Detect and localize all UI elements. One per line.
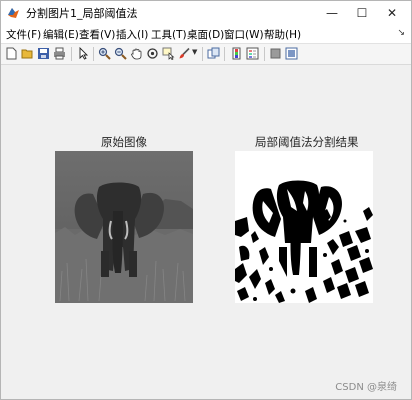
close-icon: ✕ bbox=[386, 5, 398, 20]
zoom-in-icon[interactable] bbox=[98, 47, 111, 60]
rotate-icon[interactable] bbox=[146, 47, 159, 60]
brush-dropdown-icon[interactable]: ▼ bbox=[192, 48, 197, 56]
watermark-text: CSDN @泉绮 bbox=[335, 382, 397, 393]
toolbar-separator bbox=[202, 47, 203, 61]
menu-insert[interactable]: 插入(I) bbox=[116, 27, 148, 42]
print-icon[interactable] bbox=[53, 47, 66, 60]
menu-help[interactable]: 帮助(H) bbox=[264, 27, 301, 42]
toolbar-separator bbox=[264, 47, 265, 61]
matlab-app-icon bbox=[8, 8, 19, 18]
minimize-icon: — bbox=[326, 5, 338, 20]
menu-edit[interactable]: 编辑(E) bbox=[43, 27, 79, 42]
original-image bbox=[55, 151, 193, 303]
close-button[interactable]: ✕ bbox=[377, 1, 407, 24]
maximize-button[interactable]: ☐ bbox=[347, 1, 377, 24]
pan-icon[interactable] bbox=[130, 47, 143, 60]
figure-toolbar: ▼ bbox=[1, 43, 411, 65]
maximize-icon: ☐ bbox=[356, 5, 368, 20]
zoom-out-icon[interactable] bbox=[114, 47, 127, 60]
toolbar-separator bbox=[71, 47, 72, 61]
menu-tools[interactable]: 工具(T) bbox=[151, 27, 187, 42]
right-axes-title: 局部阈值法分割结果 bbox=[255, 135, 359, 149]
left-axes-title: 原始图像 bbox=[101, 135, 147, 149]
open-file-icon[interactable] bbox=[21, 47, 34, 60]
menu-window[interactable]: 窗口(W) bbox=[224, 27, 264, 42]
brush-icon[interactable] bbox=[178, 47, 191, 60]
hide-plot-tools-icon[interactable] bbox=[269, 47, 282, 60]
show-plot-tools-icon[interactable] bbox=[285, 47, 298, 60]
menu-bar: 文件(F) 编辑(E) 查看(V) 插入(I) 工具(T) 桌面(D) 窗口(W… bbox=[1, 24, 411, 43]
menu-file[interactable]: 文件(F) bbox=[6, 27, 41, 42]
data-cursor-icon[interactable] bbox=[162, 47, 175, 60]
toolbar-separator bbox=[93, 47, 94, 61]
title-bar[interactable]: 分割图片1_局部阈值法 — ☐ ✕ bbox=[1, 1, 411, 24]
toolbar-separator bbox=[224, 47, 225, 61]
segmentation-result-image bbox=[235, 151, 373, 303]
save-icon[interactable] bbox=[37, 47, 50, 60]
pointer-icon[interactable] bbox=[77, 47, 90, 60]
minimize-button[interactable]: — bbox=[317, 1, 347, 24]
window-title: 分割图片1_局部阈值法 bbox=[26, 7, 138, 20]
colorbar-icon[interactable] bbox=[230, 47, 243, 60]
link-plot-icon[interactable] bbox=[207, 47, 220, 60]
menu-desktop[interactable]: 桌面(D) bbox=[187, 27, 224, 42]
legend-icon[interactable] bbox=[246, 47, 259, 60]
figure-window: 分割图片1_局部阈值法 — ☐ ✕ 文件(F) 编辑(E) 查看(V) 插入(I… bbox=[0, 0, 412, 400]
new-figure-icon[interactable] bbox=[5, 47, 18, 60]
menu-view[interactable]: 查看(V) bbox=[79, 27, 115, 42]
dock-arrow-icon[interactable]: ↘ bbox=[397, 28, 405, 38]
